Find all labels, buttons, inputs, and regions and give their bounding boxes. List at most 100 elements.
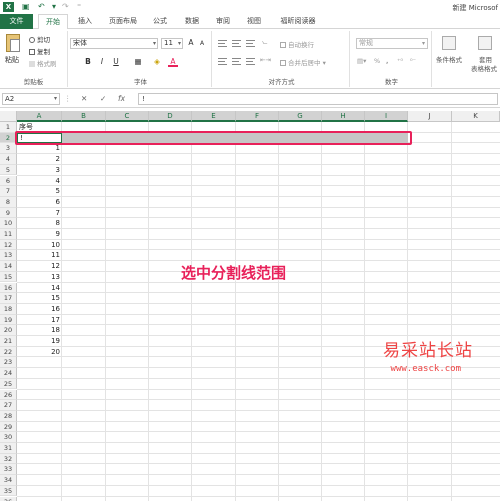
cell-value[interactable]: 18: [17, 325, 60, 336]
font-size-select[interactable]: 11 ▾: [161, 38, 183, 49]
row-header[interactable]: 26: [0, 389, 17, 401]
undo-dropdown-icon[interactable]: ▾: [52, 2, 56, 12]
indent-icon[interactable]: ⇤⇥: [260, 56, 271, 64]
fill-color-icon[interactable]: ◈: [152, 57, 162, 67]
row-header[interactable]: 31: [0, 443, 17, 454]
row-header[interactable]: 9: [0, 207, 17, 219]
save-icon[interactable]: ▣: [22, 2, 30, 12]
column-header-g[interactable]: G: [279, 111, 322, 122]
align-bottom-icon[interactable]: [246, 40, 255, 47]
increase-decimal-icon[interactable]: ⁺⁰: [397, 57, 403, 65]
align-left-icon[interactable]: [218, 58, 227, 65]
insert-function-icon[interactable]: fx: [118, 93, 125, 105]
paste-icon[interactable]: [6, 34, 20, 52]
column-header-f[interactable]: F: [236, 111, 279, 122]
row-header[interactable]: 6: [0, 175, 17, 187]
row-header[interactable]: 12: [0, 239, 17, 251]
row-header[interactable]: 11: [0, 229, 17, 240]
wrap-text-button[interactable]: 自动换行: [280, 39, 314, 49]
row-header[interactable]: 21: [0, 336, 17, 347]
name-box[interactable]: A2 ▾: [2, 93, 60, 105]
row-header[interactable]: 19: [0, 314, 17, 326]
grow-font-button[interactable]: A: [186, 38, 196, 48]
tab-home[interactable]: 开始: [38, 14, 68, 30]
redo-icon[interactable]: ↷: [62, 2, 69, 12]
cell-value[interactable]: 6: [17, 197, 60, 208]
worksheet-grid[interactable]: ABCDEFGHIJK 1 2 3 4 5 6 7 8 9 10 11 12 13 14 15 16 17 18 1…: [0, 111, 500, 501]
column-header-c[interactable]: C: [106, 111, 149, 122]
tab-review[interactable]: 审阅: [211, 14, 235, 29]
row-header[interactable]: 34: [0, 475, 17, 486]
undo-icon[interactable]: ↶: [38, 2, 45, 12]
format-as-table-line2[interactable]: 表格格式: [471, 63, 497, 73]
select-all-corner[interactable]: [0, 111, 17, 122]
copy-button[interactable]: 复制: [29, 46, 50, 56]
row-header[interactable]: 33: [0, 464, 17, 476]
italic-button[interactable]: I: [97, 57, 107, 67]
enter-icon[interactable]: ✓: [100, 93, 106, 105]
number-format-select[interactable]: 常规 ▾: [356, 38, 428, 49]
row-header[interactable]: 25: [0, 378, 17, 390]
cell-value[interactable]: 3: [17, 165, 60, 176]
row-header[interactable]: 4: [0, 154, 17, 165]
row-header[interactable]: 29: [0, 421, 17, 433]
underline-button[interactable]: U: [111, 57, 121, 67]
conditional-formatting-icon[interactable]: [442, 36, 456, 50]
row-header[interactable]: 20: [0, 325, 17, 336]
cell-value[interactable]: 8: [17, 218, 60, 229]
align-center-icon[interactable]: [232, 58, 241, 65]
cell-value[interactable]: 16: [17, 304, 60, 315]
row-header[interactable]: 32: [0, 453, 17, 465]
row-header[interactable]: 7: [0, 186, 17, 197]
column-header-i[interactable]: I: [365, 111, 408, 122]
currency-icon[interactable]: ▤▾: [357, 57, 366, 65]
orientation-icon[interactable]: ⦦: [262, 38, 267, 47]
column-header-d[interactable]: D: [149, 111, 192, 122]
column-header-h[interactable]: H: [322, 111, 365, 122]
row-header[interactable]: 3: [0, 143, 17, 155]
row-header[interactable]: 30: [0, 432, 17, 443]
row-header[interactable]: 5: [0, 164, 17, 176]
cell-value[interactable]: 1: [17, 143, 60, 154]
column-header-e[interactable]: E: [192, 111, 236, 122]
cancel-icon[interactable]: ✕: [81, 93, 87, 105]
cell-value[interactable]: 13: [17, 272, 60, 283]
cut-button[interactable]: 剪切: [29, 34, 50, 44]
font-name-select[interactable]: 宋体 ▾: [70, 38, 158, 49]
comma-button[interactable]: ,: [386, 57, 388, 65]
cell-value[interactable]: 14: [17, 283, 60, 294]
row-header[interactable]: 10: [0, 218, 17, 229]
cell-value[interactable]: 4: [17, 176, 60, 187]
tab-formulas[interactable]: 公式: [148, 14, 172, 29]
cell-value[interactable]: 11: [17, 250, 60, 261]
row-header[interactable]: 24: [0, 368, 17, 379]
percent-button[interactable]: %: [374, 57, 380, 65]
cell-value[interactable]: 12: [17, 261, 60, 272]
font-color-button[interactable]: A: [168, 57, 178, 67]
borders-icon[interactable]: ▦: [133, 57, 143, 67]
tab-page-layout[interactable]: 页面布局: [103, 14, 143, 29]
cell-value[interactable]: 15: [17, 293, 60, 304]
cell-value[interactable]: 17: [17, 315, 60, 326]
formula-input[interactable]: !: [138, 93, 498, 105]
align-top-icon[interactable]: [218, 40, 227, 47]
row-header[interactable]: 22: [0, 346, 17, 358]
tab-view[interactable]: 视图: [242, 14, 266, 29]
align-right-icon[interactable]: [246, 58, 255, 65]
row-header[interactable]: 23: [0, 357, 17, 369]
cell-value[interactable]: 7: [17, 208, 60, 219]
row-header[interactable]: 8: [0, 196, 17, 208]
tab-data[interactable]: 数据: [180, 14, 204, 29]
cell-value[interactable]: 10: [17, 240, 60, 251]
column-header-j[interactable]: J: [408, 111, 452, 122]
column-header-a[interactable]: A: [17, 111, 62, 122]
tab-foxit-reader[interactable]: 福昕阅读器: [273, 14, 323, 29]
row-header[interactable]: 27: [0, 400, 17, 411]
column-header-k[interactable]: K: [452, 111, 500, 122]
row-header[interactable]: 14: [0, 261, 17, 272]
row-header[interactable]: 15: [0, 271, 17, 283]
row-header[interactable]: 35: [0, 485, 17, 497]
shrink-font-button[interactable]: A: [197, 39, 207, 49]
row-header[interactable]: 17: [0, 293, 17, 304]
customize-toolbar-icon[interactable]: ⁼: [77, 2, 81, 12]
